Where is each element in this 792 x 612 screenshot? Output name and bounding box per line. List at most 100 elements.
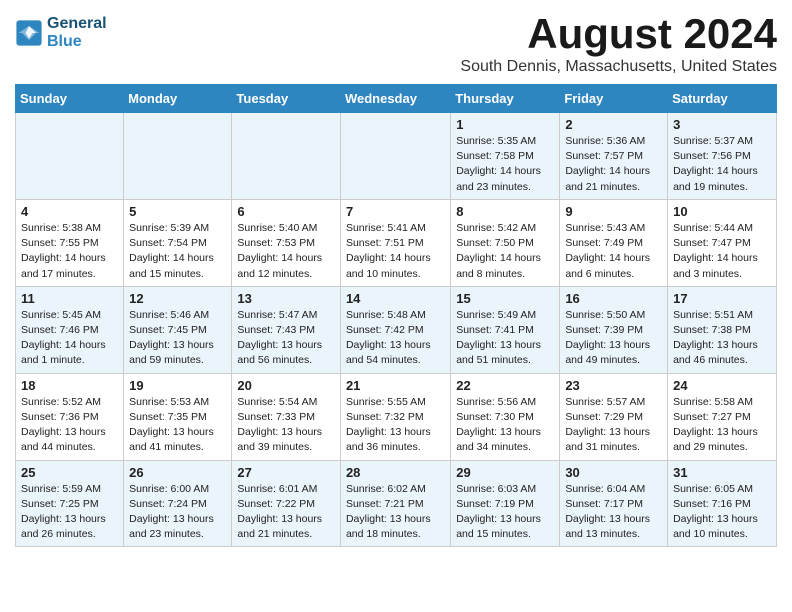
day-number: 5 <box>129 204 226 219</box>
day-number: 10 <box>673 204 771 219</box>
weekday-header-wednesday: Wednesday <box>340 85 450 113</box>
weekday-header-sunday: Sunday <box>16 85 124 113</box>
day-info: Sunrise: 5:38 AM Sunset: 7:55 PM Dayligh… <box>21 221 118 282</box>
day-info: Sunrise: 5:39 AM Sunset: 7:54 PM Dayligh… <box>129 221 226 282</box>
day-number: 19 <box>129 378 226 393</box>
calendar-cell <box>232 113 341 200</box>
calendar-cell: 26 Sunrise: 6:00 AM Sunset: 7:24 PM Dayli… <box>124 460 232 547</box>
day-number: 16 <box>565 291 662 306</box>
day-number: 28 <box>346 465 445 480</box>
day-number: 15 <box>456 291 554 306</box>
calendar-cell: 27 Sunrise: 6:01 AM Sunset: 7:22 PM Dayli… <box>232 460 341 547</box>
calendar-week-4: 18Sunrise: 5:52 AM Sunset: 7:36 PM Dayli… <box>16 373 777 460</box>
day-info: Sunrise: 5:48 AM Sunset: 7:42 PM Dayligh… <box>346 308 445 369</box>
calendar-cell: 22 Sunrise: 5:56 AM Sunset: 7:30 PM Dayli… <box>451 373 560 460</box>
day-number: 14 <box>346 291 445 306</box>
logo: General Blue <box>15 15 107 51</box>
day-info: Sunrise: 5:40 AM Sunset: 7:53 PM Dayligh… <box>237 221 335 282</box>
day-info: Sunrise: 5:42 AM Sunset: 7:50 PM Dayligh… <box>456 221 554 282</box>
calendar-cell: 2 Sunrise: 5:36 AM Sunset: 7:57 PM Daylig… <box>560 113 668 200</box>
calendar-cell: 8Sunrise: 5:42 AM Sunset: 7:50 PM Daylig… <box>451 199 560 286</box>
page-header: General Blue August 2024 South Dennis, M… <box>15 10 777 76</box>
day-info: Sunrise: 5:57 AM Sunset: 7:29 PM Dayligh… <box>565 395 662 456</box>
calendar-cell: 25Sunrise: 5:59 AM Sunset: 7:25 PM Dayli… <box>16 460 124 547</box>
day-number: 21 <box>346 378 445 393</box>
calendar-week-3: 11 Sunrise: 5:45 AM Sunset: 7:46 PM Dayli… <box>16 286 777 373</box>
calendar-cell: 15 Sunrise: 5:49 AM Sunset: 7:41 PM Dayli… <box>451 286 560 373</box>
day-number: 26 <box>129 465 226 480</box>
calendar-cell: 11 Sunrise: 5:45 AM Sunset: 7:46 PM Dayli… <box>16 286 124 373</box>
calendar-cell <box>340 113 450 200</box>
day-info: Sunrise: 5:45 AM Sunset: 7:46 PM Dayligh… <box>21 308 118 369</box>
calendar-cell: 20 Sunrise: 5:54 AM Sunset: 7:33 PM Dayli… <box>232 373 341 460</box>
day-info: Sunrise: 5:54 AM Sunset: 7:33 PM Dayligh… <box>237 395 335 456</box>
day-number: 25 <box>21 465 118 480</box>
day-info: Sunrise: 6:05 AM Sunset: 7:16 PM Dayligh… <box>673 482 771 543</box>
day-info: Sunrise: 5:41 AM Sunset: 7:51 PM Dayligh… <box>346 221 445 282</box>
day-info: Sunrise: 5:47 AM Sunset: 7:43 PM Dayligh… <box>237 308 335 369</box>
day-number: 2 <box>565 117 662 132</box>
logo-icon <box>15 19 43 47</box>
day-number: 11 <box>21 291 118 306</box>
day-number: 12 <box>129 291 226 306</box>
day-number: 27 <box>237 465 335 480</box>
calendar-cell: 19 Sunrise: 5:53 AM Sunset: 7:35 PM Dayli… <box>124 373 232 460</box>
day-number: 1 <box>456 117 554 132</box>
calendar-cell: 6 Sunrise: 5:40 AM Sunset: 7:53 PM Daylig… <box>232 199 341 286</box>
calendar-cell: 10 Sunrise: 5:44 AM Sunset: 7:47 PM Dayli… <box>668 199 777 286</box>
day-number: 31 <box>673 465 771 480</box>
day-info: Sunrise: 6:01 AM Sunset: 7:22 PM Dayligh… <box>237 482 335 543</box>
day-info: Sunrise: 5:43 AM Sunset: 7:49 PM Dayligh… <box>565 221 662 282</box>
calendar-cell: 5 Sunrise: 5:39 AM Sunset: 7:54 PM Daylig… <box>124 199 232 286</box>
weekday-header-thursday: Thursday <box>451 85 560 113</box>
weekday-header-tuesday: Tuesday <box>232 85 341 113</box>
day-info: Sunrise: 6:04 AM Sunset: 7:17 PM Dayligh… <box>565 482 662 543</box>
title-block: August 2024 South Dennis, Massachusetts,… <box>460 10 777 76</box>
day-number: 7 <box>346 204 445 219</box>
day-number: 6 <box>237 204 335 219</box>
calendar-cell: 18Sunrise: 5:52 AM Sunset: 7:36 PM Dayli… <box>16 373 124 460</box>
day-number: 20 <box>237 378 335 393</box>
day-number: 13 <box>237 291 335 306</box>
day-number: 9 <box>565 204 662 219</box>
day-info: Sunrise: 5:49 AM Sunset: 7:41 PM Dayligh… <box>456 308 554 369</box>
calendar-cell: 28 Sunrise: 6:02 AM Sunset: 7:21 PM Dayli… <box>340 460 450 547</box>
weekday-header-row: SundayMondayTuesdayWednesdayThursdayFrid… <box>16 85 777 113</box>
day-info: Sunrise: 5:53 AM Sunset: 7:35 PM Dayligh… <box>129 395 226 456</box>
day-number: 17 <box>673 291 771 306</box>
calendar-cell: 21 Sunrise: 5:55 AM Sunset: 7:32 PM Dayli… <box>340 373 450 460</box>
calendar-cell: 12Sunrise: 5:46 AM Sunset: 7:45 PM Dayli… <box>124 286 232 373</box>
calendar-cell: 7 Sunrise: 5:41 AM Sunset: 7:51 PM Daylig… <box>340 199 450 286</box>
day-number: 4 <box>21 204 118 219</box>
day-info: Sunrise: 5:55 AM Sunset: 7:32 PM Dayligh… <box>346 395 445 456</box>
calendar-cell: 30 Sunrise: 6:04 AM Sunset: 7:17 PM Dayli… <box>560 460 668 547</box>
calendar-cell: 1 Sunrise: 5:35 AM Sunset: 7:58 PM Daylig… <box>451 113 560 200</box>
calendar-cell: 24 Sunrise: 5:58 AM Sunset: 7:27 PM Dayli… <box>668 373 777 460</box>
day-number: 29 <box>456 465 554 480</box>
calendar-cell: 13 Sunrise: 5:47 AM Sunset: 7:43 PM Dayli… <box>232 286 341 373</box>
day-info: Sunrise: 5:44 AM Sunset: 7:47 PM Dayligh… <box>673 221 771 282</box>
calendar-cell: 17 Sunrise: 5:51 AM Sunset: 7:38 PM Dayli… <box>668 286 777 373</box>
calendar-cell: 9 Sunrise: 5:43 AM Sunset: 7:49 PM Daylig… <box>560 199 668 286</box>
calendar-cell: 14 Sunrise: 5:48 AM Sunset: 7:42 PM Dayli… <box>340 286 450 373</box>
day-number: 24 <box>673 378 771 393</box>
calendar-cell: 31 Sunrise: 6:05 AM Sunset: 7:16 PM Dayli… <box>668 460 777 547</box>
day-number: 22 <box>456 378 554 393</box>
day-info: Sunrise: 5:35 AM Sunset: 7:58 PM Dayligh… <box>456 134 554 195</box>
calendar-cell: 16Sunrise: 5:50 AM Sunset: 7:39 PM Dayli… <box>560 286 668 373</box>
logo-text: General Blue <box>47 15 107 51</box>
day-info: Sunrise: 6:02 AM Sunset: 7:21 PM Dayligh… <box>346 482 445 543</box>
calendar-cell: 29Sunrise: 6:03 AM Sunset: 7:19 PM Dayli… <box>451 460 560 547</box>
day-number: 30 <box>565 465 662 480</box>
calendar-cell <box>124 113 232 200</box>
day-info: Sunrise: 5:36 AM Sunset: 7:57 PM Dayligh… <box>565 134 662 195</box>
day-info: Sunrise: 5:51 AM Sunset: 7:38 PM Dayligh… <box>673 308 771 369</box>
day-info: Sunrise: 5:58 AM Sunset: 7:27 PM Dayligh… <box>673 395 771 456</box>
calendar-cell: 3Sunrise: 5:37 AM Sunset: 7:56 PM Daylig… <box>668 113 777 200</box>
calendar-cell: 23Sunrise: 5:57 AM Sunset: 7:29 PM Dayli… <box>560 373 668 460</box>
calendar-cell: 4 Sunrise: 5:38 AM Sunset: 7:55 PM Daylig… <box>16 199 124 286</box>
weekday-header-friday: Friday <box>560 85 668 113</box>
day-info: Sunrise: 6:00 AM Sunset: 7:24 PM Dayligh… <box>129 482 226 543</box>
day-info: Sunrise: 5:56 AM Sunset: 7:30 PM Dayligh… <box>456 395 554 456</box>
calendar-cell <box>16 113 124 200</box>
